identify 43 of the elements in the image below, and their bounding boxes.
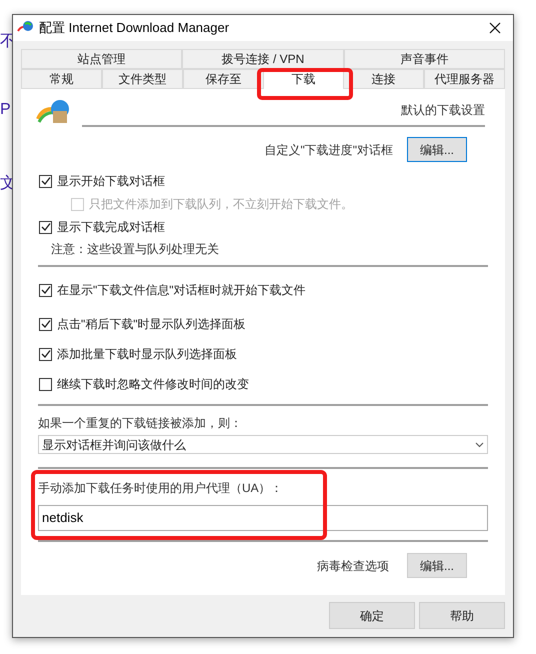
- tab[interactable]: 站点管理: [21, 49, 182, 69]
- ua-input[interactable]: netdisk: [38, 505, 488, 531]
- ua-label: 手动添加下载任务时使用的用户代理（UA）：: [38, 480, 284, 497]
- tab[interactable]: 连接: [343, 69, 424, 89]
- tab[interactable]: 代理服务器: [424, 69, 505, 89]
- dialog-button[interactable]: 确定: [329, 602, 415, 629]
- tab[interactable]: 保存至: [183, 69, 264, 89]
- check-icon: [40, 222, 50, 232]
- check-icon: [40, 349, 50, 359]
- check-icon: [40, 176, 50, 186]
- checkbox[interactable]: [39, 348, 52, 360]
- checkbox[interactable]: [39, 220, 52, 234]
- checkbox-label: 继续下载时忽略文件修改时间的改变: [57, 376, 249, 393]
- checkbox[interactable]: [39, 378, 52, 390]
- note-text: 注意：这些设置与队列处理无关: [51, 241, 220, 258]
- checkbox-label: 显示开始下载对话框: [57, 173, 165, 190]
- tab[interactable]: 声音事件: [344, 49, 505, 69]
- background-text: P: [0, 102, 11, 118]
- checkbox-label: 点击"稍后下载"时显示队列选择面板: [57, 316, 246, 333]
- checkbox[interactable]: [39, 174, 52, 188]
- checkbox-label: 显示下载完成对话框: [57, 219, 165, 236]
- edit-button[interactable]: 编辑...: [407, 553, 467, 578]
- checkbox[interactable]: [39, 284, 52, 296]
- check-icon: [40, 285, 50, 295]
- check-icon: [40, 319, 50, 329]
- edit-button[interactable]: 编辑...: [407, 137, 467, 162]
- checkbox-label: 在显示"下载文件信息"对话框时就开始下载文件: [57, 282, 306, 299]
- checkbox[interactable]: [39, 318, 52, 330]
- section-heading: 默认的下载设置: [401, 102, 485, 119]
- close-icon[interactable]: [489, 22, 501, 34]
- window-title: 配置 Internet Download Manager: [39, 19, 230, 38]
- dropdown-value: 显示对话框并询问该做什么: [42, 436, 187, 454]
- checkbox-label: 只把文件添加到下载队列，不立刻开始下载文件。: [89, 196, 353, 213]
- virus-check-label: 病毒检查选项: [317, 558, 389, 574]
- tab[interactable]: 拨号连接 / VPN: [182, 49, 344, 69]
- chevron-down-icon: [475, 442, 484, 448]
- dialog-button[interactable]: 帮助: [419, 602, 505, 629]
- progress-dialog-label: 自定义"下载进度"对话框: [264, 142, 393, 158]
- duplicate-label: 如果一个重复的下载链接被添加，则：: [38, 415, 243, 432]
- tab[interactable]: 常规: [21, 69, 102, 89]
- duplicate-dropdown[interactable]: 显示对话框并询问该做什么: [38, 435, 488, 454]
- checkbox-label: 添加批量下载时显示队列选择面板: [57, 346, 237, 363]
- tab[interactable]: 文件类型: [102, 69, 183, 89]
